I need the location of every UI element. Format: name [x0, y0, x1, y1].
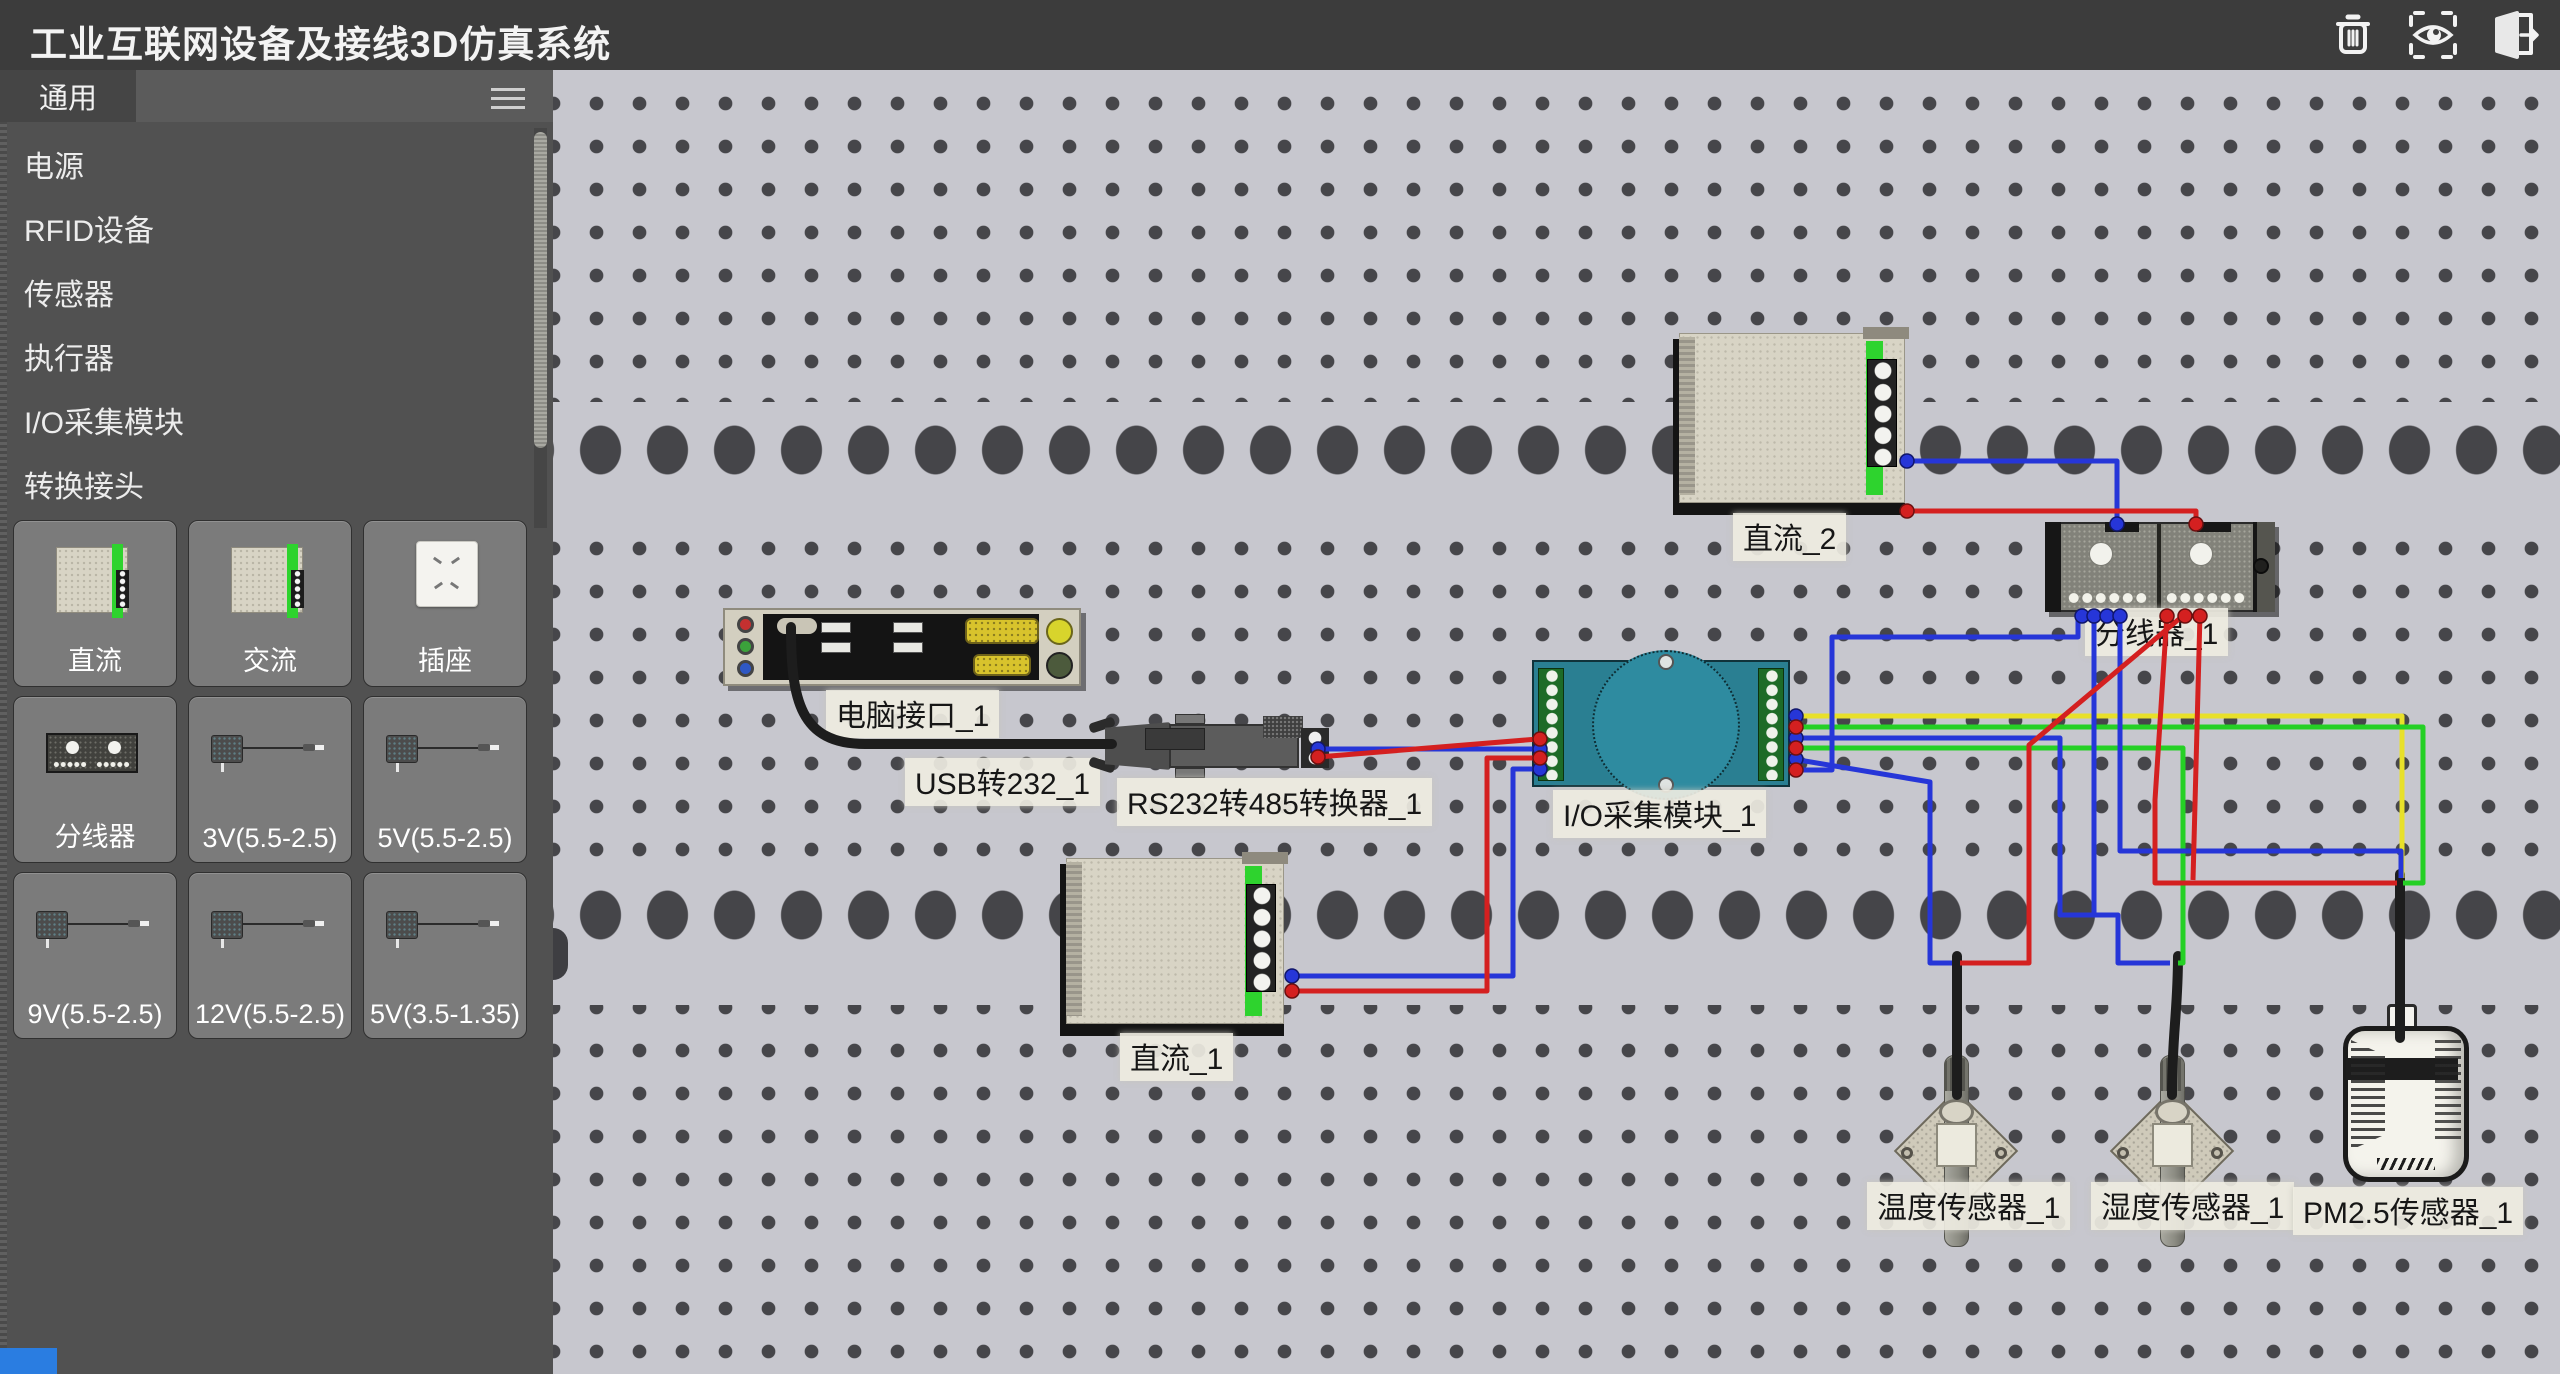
- palette-card-12v[interactable]: 12V(5.5-2.5): [188, 872, 352, 1039]
- hamburger-menu-icon[interactable]: [491, 82, 525, 110]
- device-label-dc2: 直流_2: [1733, 513, 1846, 561]
- usb-port: [821, 642, 851, 653]
- dc-thumbnail: [14, 529, 176, 634]
- palette-card-dc[interactable]: 直流: [13, 520, 177, 687]
- trash-button[interactable]: [2324, 6, 2382, 64]
- adapter-thumbnail: [189, 881, 351, 986]
- palette-card-splitter[interactable]: 分线器: [13, 696, 177, 863]
- terminal-strip-right: [1758, 668, 1784, 781]
- audio-jack-green: [737, 638, 754, 655]
- device-label-pm25: PM2.5传感器_1: [2293, 1187, 2523, 1235]
- view-eye-icon: [2407, 9, 2459, 61]
- palette-card-3v[interactable]: 3V(5.5-2.5): [188, 696, 352, 863]
- corner-badge: [0, 1348, 57, 1374]
- terminal-block: [1867, 359, 1897, 467]
- round-port-yellow: [1046, 618, 1073, 645]
- sidebar-item-rfid[interactable]: RFID设备: [24, 196, 484, 260]
- socket-thumbnail: [364, 529, 526, 634]
- pegboard-big-hole-band: [553, 402, 2560, 498]
- terminal-block: [1246, 884, 1276, 992]
- audio-jack-red: [737, 616, 754, 633]
- sidebar: 通用 电源 RFID设备 传感器 执行器 I/O采集模块 转换接头 直流 交流 …: [0, 70, 553, 1374]
- ps2-port: [777, 618, 817, 634]
- device-label-pc1: 电脑接口_1: [826, 690, 999, 738]
- device-palette: 直流 交流 插座 分线器 3V(5.5-2.5): [13, 520, 527, 1039]
- sidebar-item-sensor[interactable]: 传感器: [24, 260, 484, 324]
- title-bar: 工业互联网设备及接线3D仿真系统: [0, 0, 2560, 70]
- device-dc-power-2[interactable]: [1673, 333, 1905, 509]
- palette-card-5v[interactable]: 5V(5.5-2.5): [363, 696, 527, 863]
- device-io-module-1[interactable]: [1532, 660, 1790, 787]
- sidebar-item-io-module[interactable]: I/O采集模块: [24, 388, 484, 452]
- device-pc-interface-1[interactable]: [723, 608, 1081, 686]
- pegboard-dots: [553, 70, 2560, 410]
- workspace-canvas[interactable]: 直流_2 分线器_1 电脑接口_1 USB转232_1: [553, 70, 2560, 1374]
- serial-port: [973, 654, 1031, 676]
- device-dc-power-1[interactable]: [1060, 858, 1284, 1030]
- app-title: 工业互联网设备及接线3D仿真系统: [30, 14, 611, 68]
- sidebar-item-power[interactable]: 电源: [24, 132, 484, 196]
- terminal-block: [1301, 728, 1329, 768]
- device-label-temp1: 温度传感器_1: [1867, 1182, 2070, 1230]
- sidebar-scrollbar[interactable]: [534, 128, 547, 528]
- round-port-olive: [1046, 652, 1073, 679]
- usb-port: [893, 622, 923, 633]
- sidebar-collapse-handle[interactable]: [553, 928, 568, 980]
- usb-port: [893, 642, 923, 653]
- tab-general[interactable]: 通用: [0, 70, 136, 122]
- vga-port: [965, 618, 1039, 644]
- audio-jack-blue: [737, 660, 754, 677]
- exit-button[interactable]: [2484, 6, 2542, 64]
- device-label-hum1: 湿度传感器_1: [2091, 1182, 2294, 1230]
- device-pm25-sensor-1[interactable]: [2343, 1026, 2469, 1182]
- device-splitter-1[interactable]: [2045, 522, 2275, 612]
- adapter-thumbnail: [364, 705, 526, 810]
- adapter-thumbnail: [364, 881, 526, 986]
- trash-icon: [2328, 10, 2378, 60]
- splitter-thumbnail: [14, 705, 176, 810]
- sidebar-item-adapter[interactable]: 转换接头: [24, 452, 484, 516]
- palette-card-5v-slim[interactable]: 5V(3.5-1.35): [363, 872, 527, 1039]
- terminal-strip-left: [1538, 668, 1564, 781]
- toolbar: [2324, 6, 2542, 64]
- palette-card-socket[interactable]: 插座: [363, 520, 527, 687]
- device-label-splitter1: 分线器_1: [2085, 608, 2228, 656]
- device-label-usb232: USB转232_1: [905, 758, 1100, 806]
- view-button[interactable]: [2404, 6, 2462, 64]
- adapter-thumbnail: [14, 881, 176, 986]
- sidebar-tab-row: 通用: [0, 70, 553, 122]
- device-label-rs232-485: RS232转485转换器_1: [1117, 778, 1432, 826]
- scrollbar-thumb[interactable]: [534, 132, 547, 448]
- ac-thumbnail: [189, 529, 351, 634]
- usb-port: [821, 622, 851, 633]
- adapter-thumbnail: [189, 705, 351, 810]
- device-label-dc1: 直流_1: [1120, 1033, 1233, 1081]
- palette-card-9v[interactable]: 9V(5.5-2.5): [13, 872, 177, 1039]
- pegboard-big-hole-band: [553, 867, 2560, 963]
- palette-card-ac[interactable]: 交流: [188, 520, 352, 687]
- device-label-io1: I/O采集模块_1: [1553, 790, 1766, 838]
- exit-icon: [2487, 9, 2539, 61]
- device-rs232-485-converter-1[interactable]: [1105, 718, 1325, 774]
- sidebar-item-actuator[interactable]: 执行器: [24, 324, 484, 388]
